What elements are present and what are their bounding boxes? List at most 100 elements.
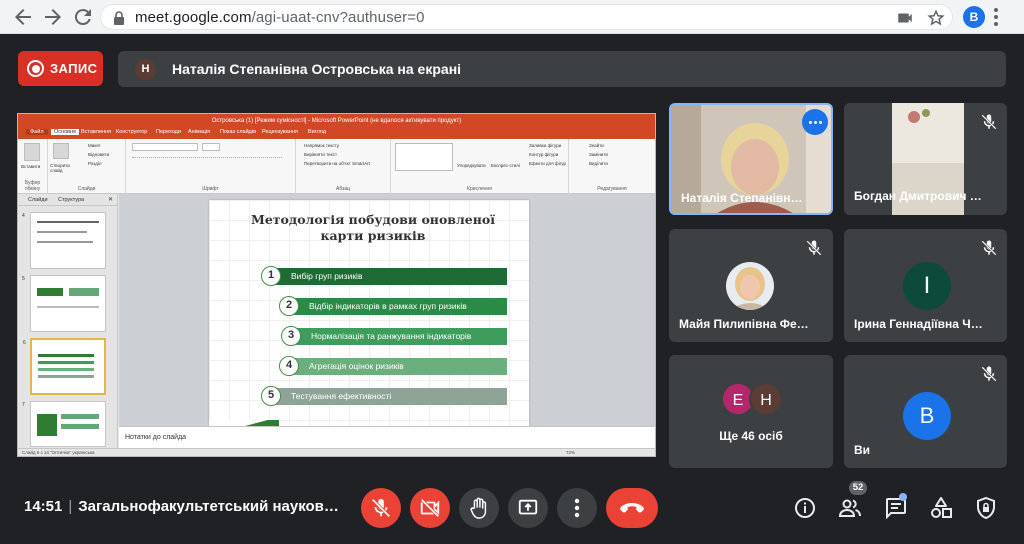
ppt-tab-view[interactable]: Вигляд (308, 129, 326, 135)
present-screen-button[interactable] (508, 488, 548, 528)
more-participants-tile[interactable]: Е Н Ще 46 осіб (669, 355, 833, 468)
thumb-number: 5 (22, 276, 25, 282)
font-name-box[interactable] (132, 143, 198, 151)
replace-label[interactable]: Замінити (589, 152, 608, 157)
more-options-button[interactable] (802, 109, 828, 135)
meeting-details-icon[interactable] (793, 496, 817, 520)
ppt-group-clipboard: Вставити Буфер обміну (18, 139, 48, 194)
shape-effects-label[interactable]: Ефекти для фігур (529, 161, 567, 166)
thumb-tab-slides[interactable]: Слайди (28, 197, 48, 203)
meeting-title[interactable]: Загальнофакультетський науков… (78, 498, 339, 515)
participant-avatar: Н (749, 382, 783, 416)
host-controls-shield-icon[interactable] (974, 496, 998, 520)
bookmark-star-icon[interactable] (927, 9, 945, 27)
profile-avatar[interactable]: B (963, 6, 985, 28)
arrange-label[interactable]: Упорядкувати (457, 163, 486, 168)
notes-pane[interactable]: Нотатки до слайда (119, 426, 655, 448)
step-number: 1 (261, 266, 281, 286)
text-direction-label[interactable]: Напрямок тексту (304, 143, 339, 148)
status-zoom[interactable]: 72% (566, 450, 575, 455)
quick-styles-label[interactable]: Експрес-стилі (491, 163, 520, 168)
ppt-group-paragraph: Напрямок тексту Вирівняти текст Перетвор… (296, 139, 391, 194)
forward-arrow-icon[interactable] (41, 5, 65, 29)
recording-badge[interactable]: ЗАПИС (18, 51, 103, 86)
ppt-tab-slideshow[interactable]: Показ слайдів (220, 129, 256, 135)
clipboard-group-label: Буфер обміну (24, 180, 41, 192)
activities-icon[interactable] (929, 496, 953, 520)
ppt-tab-insert[interactable]: Вставлення (81, 129, 111, 135)
find-label[interactable]: Знайти (589, 143, 604, 148)
slides-group-label: Слайди (77, 186, 96, 192)
participant-tile[interactable]: Майя Пилипівна Фе… (669, 229, 833, 342)
ppt-tab-file[interactable]: Файл (26, 129, 48, 135)
mic-off-icon (980, 365, 998, 383)
reload-icon[interactable] (71, 5, 95, 29)
new-slide-icon[interactable] (53, 143, 69, 159)
participant-tile-presenter[interactable]: Наталія Степанівн… (669, 103, 833, 215)
step-item: 4 Агрегація оцінок ризиків (279, 356, 507, 376)
slide-thumbnail-pane: Слайди Структура ✕ 4 5 6 7 (18, 194, 118, 448)
shapes-gallery[interactable] (395, 143, 453, 171)
ppt-tab-review[interactable]: Рецензування (262, 129, 298, 135)
raise-hand-button[interactable] (459, 488, 499, 528)
info-separator: | (68, 498, 73, 515)
align-text-label[interactable]: Вирівняти текст (304, 152, 337, 157)
self-name: Ви (854, 443, 871, 457)
new-slide-label: Створити слайд (50, 163, 70, 173)
shape-fill-label[interactable]: Заливка фігури (529, 143, 567, 148)
participant-avatar: І (903, 262, 951, 310)
ppt-titlebar: Островська (1) [Режим сумісності] - Micr… (18, 114, 655, 128)
hand-icon (470, 497, 487, 519)
more-actions-button[interactable] (557, 488, 597, 528)
ppt-tab-transitions[interactable]: Переходи (156, 129, 181, 135)
step-number: 2 (279, 296, 299, 316)
thumb-number: 4 (22, 213, 25, 219)
close-pane-icon[interactable]: ✕ (108, 196, 113, 203)
reset-label[interactable]: Відновити (88, 152, 109, 157)
lock-icon[interactable] (113, 11, 125, 25)
back-arrow-icon[interactable] (11, 5, 35, 29)
current-slide[interactable]: Методологія побудови оновленої карти риз… (209, 200, 529, 440)
slide-editor: Методологія побудови оновленої карти риз… (119, 194, 655, 440)
ppt-tab-home[interactable]: Основне (51, 129, 80, 135)
slide-thumbnail[interactable]: 7 (22, 401, 106, 447)
font-format-buttons[interactable] (132, 157, 282, 165)
smartart-label[interactable]: Перетворити на об'єкт SmartArt (304, 161, 370, 166)
status-slide-info: Слайд 6 з 14 "Оптична" українська (22, 450, 95, 455)
presenter-avatar: Н (135, 59, 156, 80)
mic-toggle-button[interactable] (361, 488, 401, 528)
layout-label[interactable]: Макет (88, 143, 101, 148)
end-call-icon (620, 503, 644, 513)
leave-call-button[interactable] (606, 488, 658, 528)
slide-thumbnail[interactable]: 5 (22, 275, 106, 332)
editing-group-label: Редагування (597, 186, 627, 192)
self-tile[interactable]: B Ви (844, 355, 1007, 468)
participant-tile[interactable]: І Ірина Геннадіївна Ч… (844, 229, 1007, 342)
thumb-number: 7 (22, 402, 25, 408)
ppt-status-bar: Слайд 6 з 14 "Оптична" українська 72% (18, 448, 655, 456)
url-text[interactable]: meet.google.com/agi-uaat-cnv?authuser=0 (135, 9, 425, 26)
notes-placeholder: Нотатки до слайда (125, 434, 187, 441)
slide-thumbnail[interactable]: 4 (22, 212, 106, 269)
font-size-box[interactable] (202, 143, 220, 151)
participant-photo-avatar (726, 262, 774, 310)
camera-toggle-button[interactable] (410, 488, 450, 528)
step-number: 4 (279, 356, 299, 376)
ppt-tab-design[interactable]: Конструктор (116, 129, 147, 135)
camera-in-use-icon[interactable] (896, 9, 914, 27)
shape-outline-label[interactable]: Контур фігури (529, 152, 567, 157)
participant-name: Ірина Геннадіївна Ч… (854, 317, 983, 331)
select-label[interactable]: Виділити (589, 161, 608, 166)
participant-tile[interactable]: Богдан Дмитрович … (844, 103, 1007, 215)
ppt-tab-animation[interactable]: Анімація (188, 129, 210, 135)
clock-time: 14:51 (24, 498, 63, 515)
browser-menu-icon[interactable] (993, 6, 999, 28)
people-icon[interactable] (838, 496, 862, 520)
browser-toolbar: meet.google.com/agi-uaat-cnv?authuser=0 … (0, 0, 1024, 34)
paste-icon[interactable] (24, 143, 40, 161)
slide-thumbnail-selected[interactable]: 6 (23, 338, 106, 395)
section-label[interactable]: Розділ (88, 161, 101, 166)
address-bar[interactable]: meet.google.com/agi-uaat-cnv?authuser=0 (100, 4, 953, 30)
mic-off-icon (371, 498, 391, 518)
thumb-tab-outline[interactable]: Структура (58, 197, 84, 203)
